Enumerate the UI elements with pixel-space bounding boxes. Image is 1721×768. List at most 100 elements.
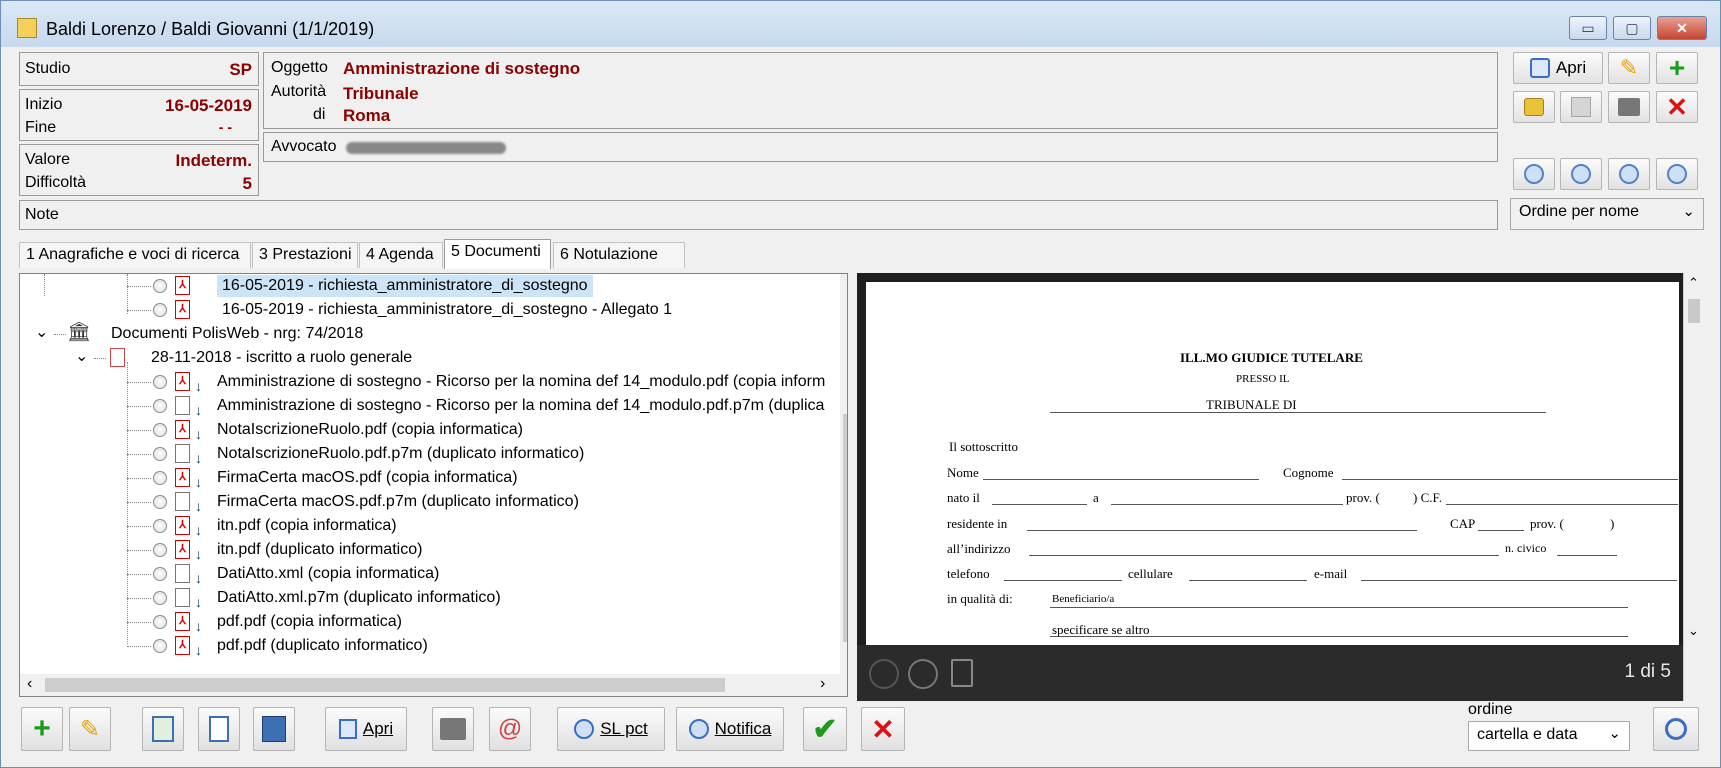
tab-anagrafiche[interactable]: 1 Anagrafiche e voci di ricerca (19, 242, 251, 268)
scroll-thumb[interactable] (843, 414, 847, 642)
horizontal-scrollbar[interactable]: ‹ › (20, 674, 847, 696)
tree-row[interactable]: ⌄ 🏛 Documenti PolisWeb - nrg: 74/2018 (20, 322, 840, 345)
tree-row[interactable]: ⌄ 28-11-2018 - iscritto a ruolo generale (20, 347, 840, 369)
tab-documenti[interactable]: 5 Documenti (444, 239, 551, 269)
difficolta-value: 5 (242, 174, 252, 193)
document-viewer[interactable]: ILL.MO GIUDICE TUTELARE PRESSO IL TRIBUN… (857, 273, 1704, 701)
tab-notulazione[interactable]: 6 Notulazione (553, 242, 685, 268)
scroll-thumb[interactable] (1688, 299, 1700, 323)
radio-icon[interactable] (153, 543, 167, 557)
tree-row[interactable]: ↓ DatiAtto.xml.p7m (duplicato informatico… (20, 587, 840, 610)
radio-icon[interactable] (153, 639, 167, 653)
tree-row[interactable]: ⅄ ↓ itn.pdf (copia informatica) (20, 515, 840, 538)
apri-document-button[interactable]: Apri (325, 707, 407, 751)
delete-button[interactable]: ✕ (1656, 91, 1698, 123)
download-arrow-icon: ↓ (195, 522, 202, 538)
viewer-scrollbar[interactable]: ⌃ ⌄ (1683, 273, 1704, 701)
di-value: Roma (343, 106, 391, 125)
radio-icon[interactable] (153, 567, 167, 581)
copy-button[interactable] (1560, 91, 1602, 123)
slpct-button[interactable]: SL pct (557, 707, 665, 751)
doc-cognome: Cognome (1283, 465, 1334, 480)
radio-icon[interactable] (153, 471, 167, 485)
nav-last-button[interactable] (1656, 158, 1698, 190)
search-button[interactable] (1653, 707, 1699, 751)
scroll-right-icon[interactable]: › (820, 675, 825, 693)
tree-row[interactable]: ↓ FirmaCerta macOS.pdf.p7m (duplicato inf… (20, 491, 840, 514)
scroll-up-icon[interactable]: ⌃ (845, 277, 847, 294)
confirm-button[interactable]: ✔ (803, 707, 847, 751)
oggetto-label: Oggetto (271, 59, 328, 76)
maximize-button[interactable]: ▢ (1613, 16, 1651, 40)
tree-row[interactable]: ⅄ ↓ pdf.pdf (duplicato informatico) (20, 635, 840, 658)
email-button[interactable]: @ (489, 707, 531, 751)
doc-line (1361, 580, 1677, 581)
chevron-down-icon[interactable]: ⌄ (75, 346, 88, 368)
scan-button[interactable] (198, 707, 240, 751)
radio-icon[interactable] (153, 303, 167, 317)
tree-row[interactable]: ↓ Amministrazione di sostegno - Ricorso p… (20, 395, 840, 418)
radio-icon[interactable] (153, 495, 167, 509)
tree-row[interactable]: ⅄ ↓ Amministrazione di sostegno - Ricorso … (20, 371, 840, 394)
documents-tree[interactable]: ⅄ 16-05-2019 - richiesta_amministratore_… (19, 273, 848, 697)
doc-presso: PRESSO IL (1236, 373, 1290, 385)
edit-document-button[interactable]: ✎ (69, 707, 111, 751)
tree-row[interactable]: ↓ DatiAtto.xml (copia informatica) (20, 563, 840, 586)
download-arrow-icon: ↓ (195, 618, 202, 634)
add-document-button[interactable]: + (21, 707, 63, 751)
close-button[interactable]: ✕ (1657, 16, 1707, 40)
radio-icon[interactable] (153, 519, 167, 533)
scroll-thumb[interactable] (45, 678, 725, 692)
xml-file-icon (175, 564, 190, 583)
page-icon[interactable] (951, 659, 973, 687)
scroll-down-icon[interactable]: ⌄ (845, 649, 847, 666)
doc-line (1342, 479, 1678, 480)
page-down-icon[interactable] (908, 659, 938, 689)
add-button[interactable]: + (1656, 52, 1698, 84)
nav-up-button[interactable] (1608, 158, 1650, 190)
radio-icon[interactable] (153, 375, 167, 389)
edit-button[interactable]: ✎ (1608, 52, 1650, 84)
tree-row[interactable]: ⅄ ↓ NotaIscrizioneRuolo.pdf (copia informa… (20, 419, 840, 442)
print-document-button[interactable] (432, 707, 474, 751)
radio-icon[interactable] (153, 399, 167, 413)
radio-icon[interactable] (153, 279, 167, 293)
tab-prestazioni[interactable]: 3 Prestazioni (252, 242, 358, 268)
apri-button[interactable]: Apri (1513, 52, 1603, 84)
page-up-icon[interactable] (869, 659, 899, 689)
order-select[interactable]: Ordine per nome ⌄ (1510, 198, 1704, 230)
minimize-button[interactable]: ▭ (1569, 16, 1607, 40)
tree-row[interactable]: ⅄ ↓ pdf.pdf (copia informatica) (20, 611, 840, 634)
cancel-button[interactable]: ✕ (861, 707, 905, 751)
tree-row[interactable]: ⅄ 16-05-2019 - richiesta_amministratore_… (20, 275, 840, 297)
tree-row[interactable]: ↓ NotaIscrizioneRuolo.pdf.p7m (duplicato … (20, 443, 840, 466)
tag-button[interactable] (1513, 91, 1555, 123)
chevron-down-icon[interactable]: ⌄ (35, 322, 48, 344)
scroll-left-icon[interactable]: ‹ (27, 675, 32, 693)
radio-icon[interactable] (153, 615, 167, 629)
radio-icon[interactable] (153, 591, 167, 605)
scroll-up-icon[interactable]: ⌃ (1688, 275, 1699, 291)
radio-icon[interactable] (153, 423, 167, 437)
save-button[interactable] (253, 707, 295, 751)
tab-agenda[interactable]: 4 Agenda (359, 242, 443, 268)
tree-item-label: itn.pdf (duplicato informatico) (217, 541, 423, 558)
vertical-scrollbar[interactable]: ⌃ ⌄ (840, 274, 847, 674)
scroll-down-icon[interactable]: ⌄ (1688, 623, 1699, 639)
pdf-icon: ⅄ (175, 636, 190, 655)
tree-row[interactable]: ⅄ 16-05-2019 - richiesta_amministratore_… (20, 299, 840, 321)
radio-icon[interactable] (153, 447, 167, 461)
doc-email: e-mail (1314, 566, 1348, 581)
ordine-select[interactable]: cartella e data ⌄ (1468, 721, 1630, 751)
print-button[interactable] (1608, 91, 1650, 123)
tree-row[interactable]: ⅄ ↓ itn.pdf (duplicato informatico) (20, 539, 840, 562)
tree-item-label: NotaIscrizioneRuolo.pdf.p7m (duplicato i… (217, 445, 585, 462)
valore-label: Valore (25, 151, 71, 168)
tree-row[interactable]: ⅄ ↓ FirmaCerta macOS.pdf (copia informatic… (20, 467, 840, 490)
import-button[interactable] (142, 707, 184, 751)
nav-down-button[interactable] (1560, 158, 1602, 190)
nav-first-button[interactable] (1513, 158, 1555, 190)
notifica-button[interactable]: Notifica (676, 707, 784, 751)
redacted-name (346, 142, 506, 154)
note-panel[interactable]: Note (19, 200, 1498, 230)
